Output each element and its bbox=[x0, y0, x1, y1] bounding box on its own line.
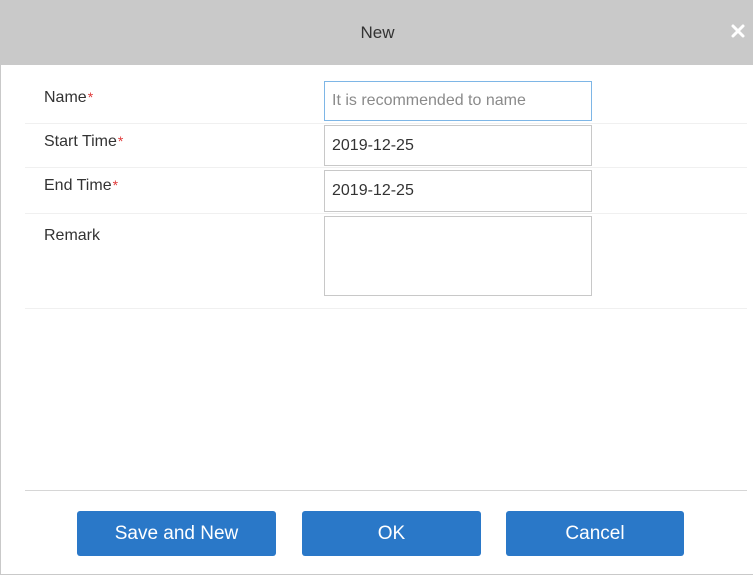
save-and-new-button[interactable]: Save and New bbox=[77, 511, 276, 556]
close-icon[interactable] bbox=[730, 23, 746, 39]
end-time-input[interactable] bbox=[324, 170, 592, 212]
dialog-title-bar: New bbox=[1, 0, 753, 65]
new-dialog: New Name* Start Time* End Time* Remark S… bbox=[0, 0, 753, 575]
required-marker: * bbox=[112, 177, 119, 193]
end-time-label: End Time bbox=[44, 177, 112, 194]
footer-divider bbox=[25, 490, 747, 491]
cancel-button[interactable]: Cancel bbox=[506, 511, 684, 556]
ok-button[interactable]: OK bbox=[302, 511, 481, 556]
remark-label: Remark bbox=[44, 227, 101, 244]
remark-textarea[interactable] bbox=[324, 216, 592, 296]
required-marker: * bbox=[87, 89, 94, 105]
dialog-title: New bbox=[360, 23, 395, 42]
name-label-container: Name* bbox=[44, 89, 93, 107]
name-label: Name bbox=[44, 89, 87, 106]
start-time-label-container: Start Time* bbox=[44, 133, 123, 151]
name-input[interactable] bbox=[324, 81, 592, 121]
start-time-label: Start Time bbox=[44, 133, 117, 150]
end-time-label-container: End Time* bbox=[44, 177, 118, 195]
required-marker: * bbox=[117, 133, 124, 149]
start-time-input[interactable] bbox=[324, 125, 592, 166]
